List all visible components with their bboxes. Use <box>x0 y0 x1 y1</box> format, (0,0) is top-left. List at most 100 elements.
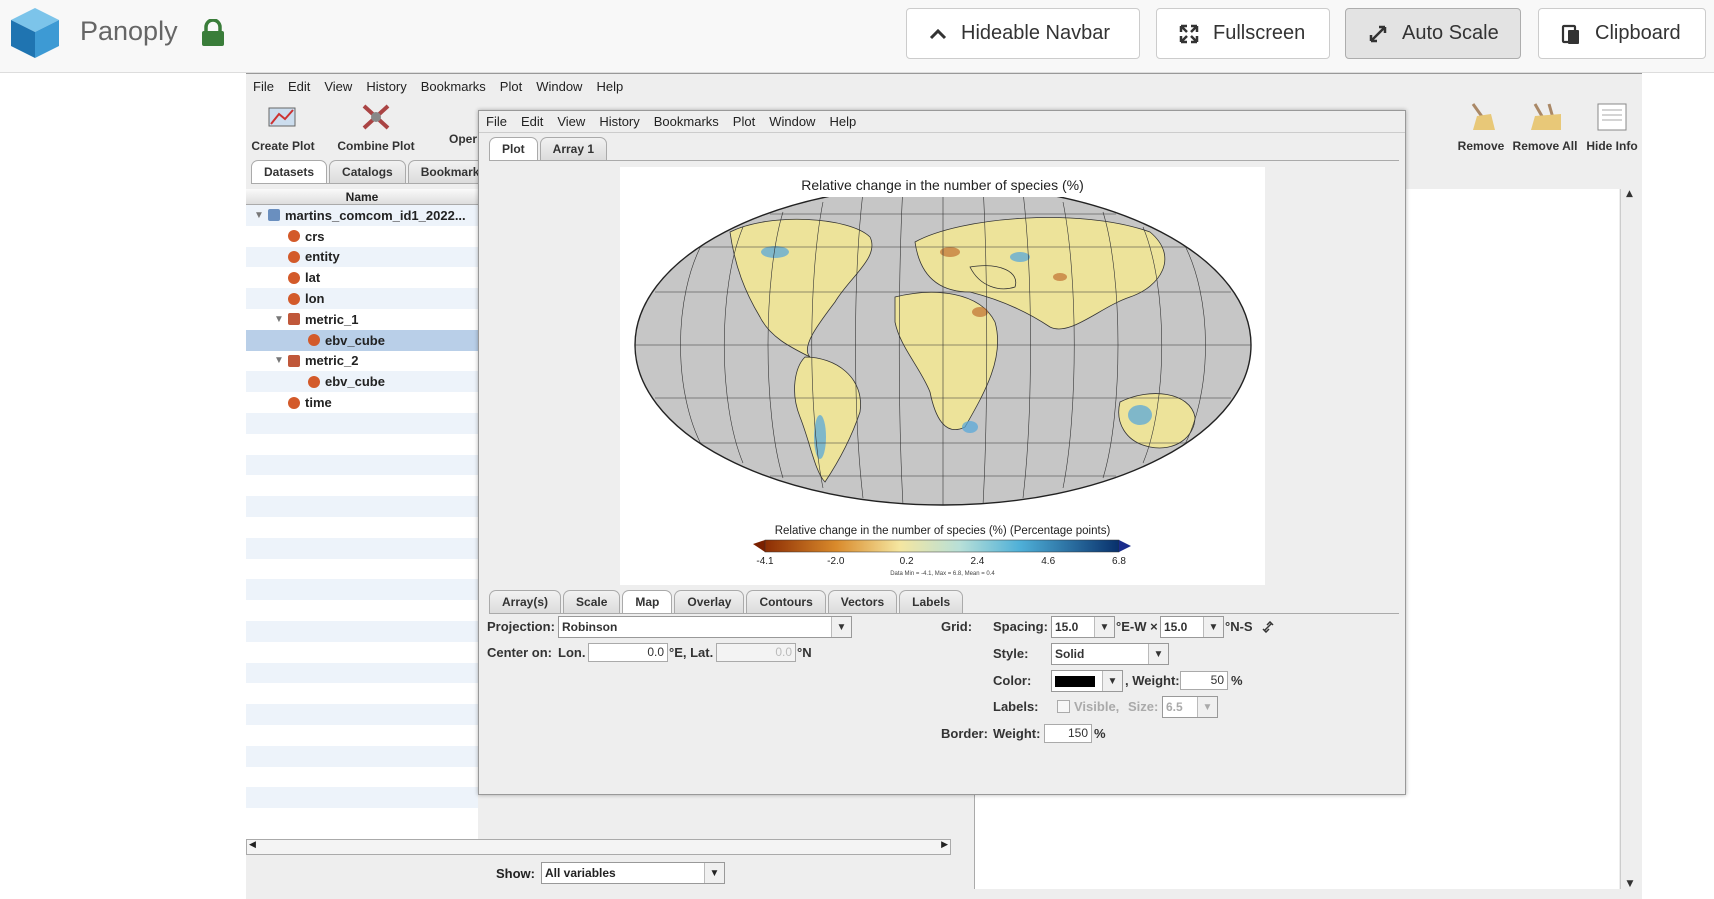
plot-menu-edit[interactable]: Edit <box>514 114 550 129</box>
style-label: Style: <box>993 646 1029 661</box>
tree-row[interactable]: ebv_cube <box>246 371 478 393</box>
labels-visible-checkbox[interactable] <box>1057 700 1070 713</box>
remove-all-button[interactable]: Remove All <box>1510 102 1580 153</box>
menu-bookmarks[interactable]: Bookmarks <box>414 79 493 94</box>
tab-map[interactable]: Map <box>622 590 673 613</box>
lat-input[interactable]: 0.0 <box>716 643 796 662</box>
create-plot-button[interactable]: Create Plot <box>250 102 316 153</box>
hideable-navbar-label: Hideable Navbar <box>961 22 1110 44</box>
empty-tree-row <box>246 475 478 496</box>
style-select[interactable]: Solid ▼ <box>1051 643 1169 665</box>
empty-tree-row <box>246 579 478 601</box>
show-filter: Show: All variables ▼ <box>496 862 725 884</box>
open-label: Oper <box>448 132 477 146</box>
spacing-ns-select[interactable]: 15.0 ▼ <box>1160 616 1224 638</box>
show-select[interactable]: All variables ▼ <box>541 862 725 884</box>
tab-scale[interactable]: Scale <box>563 590 621 613</box>
plot-menu-window[interactable]: Window <box>762 114 822 129</box>
expand-toggle-icon[interactable]: ▼ <box>274 355 288 366</box>
border-weight-percent: % <box>1094 726 1106 741</box>
combine-plot-button[interactable]: Combine Plot <box>336 102 416 153</box>
fullscreen-button[interactable]: Fullscreen <box>1156 8 1330 59</box>
chevron-down-icon: ▼ <box>704 863 724 883</box>
tab-contours[interactable]: Contours <box>746 590 826 613</box>
chevron-down-icon: ▼ <box>1197 697 1217 717</box>
info-panel-icon <box>1597 103 1627 131</box>
tab-datasets[interactable]: Datasets <box>251 160 328 183</box>
horizontal-scrollbar[interactable]: ◀ ▶ <box>246 839 951 855</box>
tab-array-1[interactable]: Array 1 <box>539 137 608 160</box>
hide-info-button[interactable]: Hide Info <box>1582 102 1642 153</box>
hideable-navbar-button[interactable]: Hideable Navbar <box>906 8 1140 59</box>
clipboard-button[interactable]: Clipboard <box>1538 8 1706 59</box>
scroll-up-icon[interactable]: ▲ <box>1621 189 1638 199</box>
auto-scale-button[interactable]: Auto Scale <box>1345 8 1521 59</box>
spacing-label: Spacing: <box>993 619 1048 634</box>
label-size-select[interactable]: 6.5 ▼ <box>1162 696 1218 718</box>
center-on-label: Center on: <box>487 645 552 660</box>
spacing-ew-select[interactable]: 15.0 ▼ <box>1051 616 1115 638</box>
plot-menu-history[interactable]: History <box>592 114 646 129</box>
border-weight-input[interactable]: 150 <box>1044 724 1092 743</box>
tree-row[interactable]: lon <box>246 288 478 309</box>
scroll-down-icon[interactable]: ▼ <box>1621 879 1639 889</box>
tree-row[interactable]: ▼ martins_comcom_id1_2022... <box>246 205 478 226</box>
group-icon <box>288 354 300 367</box>
plot-menu-plot[interactable]: Plot <box>726 114 762 129</box>
tab-labels[interactable]: Labels <box>899 590 964 613</box>
menu-file[interactable]: File <box>246 79 281 94</box>
plot-menu-help[interactable]: Help <box>822 114 863 129</box>
projection-select[interactable]: Robinson ▼ <box>558 616 852 638</box>
scroll-left-icon[interactable]: ◀ <box>249 840 256 850</box>
link-icon[interactable] <box>1261 621 1275 633</box>
tab-catalogs[interactable]: Catalogs <box>329 160 406 183</box>
menu-window[interactable]: Window <box>529 79 589 94</box>
plot-window: File Edit View History Bookmarks Plot Wi… <box>478 110 1406 795</box>
plot-menu-view[interactable]: View <box>550 114 592 129</box>
empty-tree-row <box>246 517 478 538</box>
brooms-icon <box>1531 103 1561 130</box>
plot-menu-bookmarks[interactable]: Bookmarks <box>647 114 726 129</box>
tree-row[interactable]: entity <box>246 246 478 268</box>
border-weight-label: Weight: <box>993 726 1041 741</box>
tree-row[interactable]: lat <box>246 267 478 288</box>
menu-help[interactable]: Help <box>589 79 630 94</box>
lock-icon <box>202 19 224 46</box>
expand-toggle-icon[interactable]: ▼ <box>274 314 288 325</box>
datasets-tabbar: Datasets Catalogs Bookmarks <box>251 160 500 184</box>
tree-row[interactable]: ebv_cube <box>246 329 478 351</box>
open-button[interactable]: Oper <box>448 132 478 146</box>
lon-input[interactable]: 0.0 <box>588 643 668 662</box>
labels-label: Labels: <box>993 699 1039 714</box>
colorbar-tick-label: -2.0 <box>827 556 845 567</box>
menu-history[interactable]: History <box>359 79 413 94</box>
grid-weight-input[interactable]: 50 <box>1180 671 1228 690</box>
broom-icon <box>1471 103 1495 130</box>
remove-button[interactable]: Remove <box>1456 102 1506 153</box>
vertical-scrollbar[interactable]: ▲ ▼ <box>1620 189 1638 889</box>
empty-tree-row <box>246 496 478 517</box>
tab-overlay[interactable]: Overlay <box>674 590 745 613</box>
plot-menu-file[interactable]: File <box>479 114 514 129</box>
tree-row-label: ebv_cube <box>325 332 385 348</box>
tree-row[interactable]: ▼ metric_1 <box>246 309 478 330</box>
menu-view[interactable]: View <box>317 79 359 94</box>
menu-plot[interactable]: Plot <box>493 79 529 94</box>
chevron-down-icon: ▼ <box>1148 644 1168 664</box>
tree-row-label: crs <box>305 228 325 244</box>
tree-row[interactable]: ▼ metric_2 <box>246 351 478 372</box>
tree-column-header[interactable]: Name <box>246 189 478 205</box>
colorbar-tick-label: 0.2 <box>899 556 914 567</box>
scroll-right-icon[interactable]: ▶ <box>941 840 948 850</box>
tab-plot[interactable]: Plot <box>489 137 538 160</box>
menu-edit[interactable]: Edit <box>281 79 317 94</box>
tab-arrays[interactable]: Array(s) <box>489 590 562 613</box>
variable-icon <box>308 375 320 388</box>
tab-vectors[interactable]: Vectors <box>827 590 898 613</box>
expand-toggle-icon[interactable]: ▼ <box>254 210 268 221</box>
plot-tabbar: Plot Array 1 <box>489 137 1399 161</box>
grid-color-select[interactable]: ▼ <box>1051 670 1123 692</box>
tree-row[interactable]: time <box>246 392 478 413</box>
spacing-ns-value: 15.0 <box>1164 620 1188 634</box>
tree-row[interactable]: crs <box>246 226 478 247</box>
